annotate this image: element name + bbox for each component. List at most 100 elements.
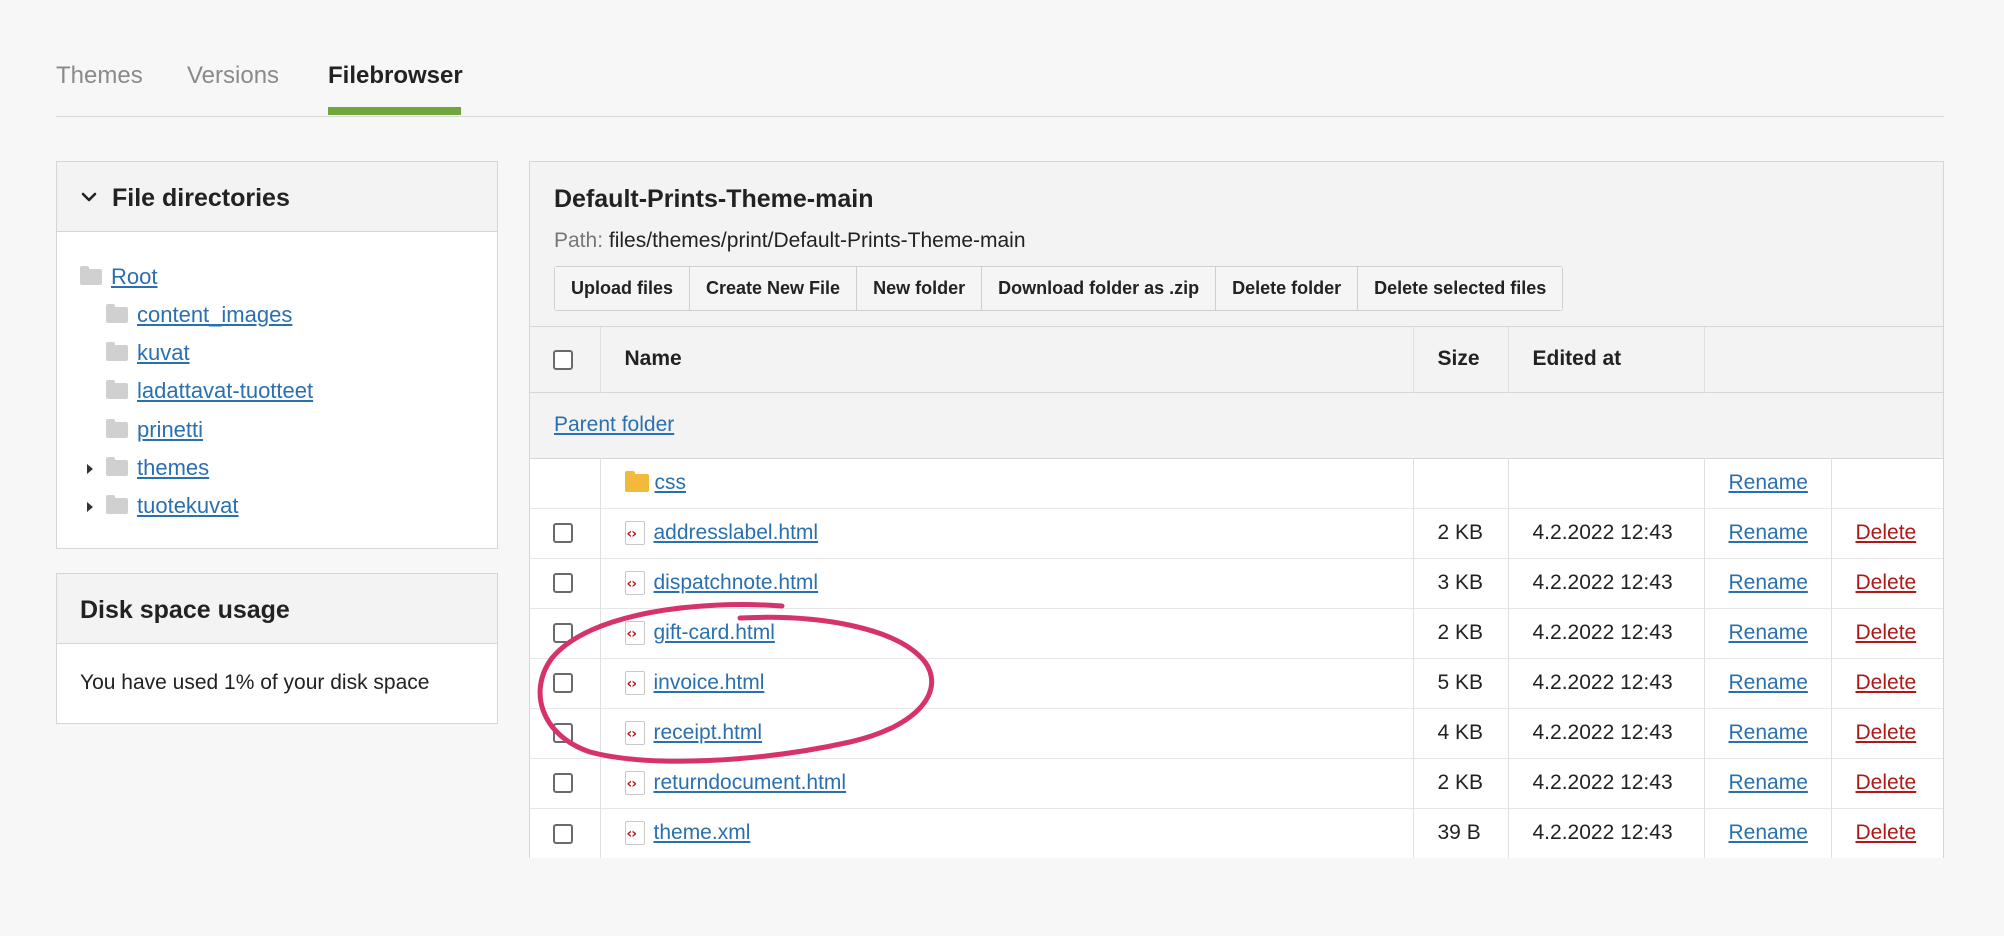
file-checkbox[interactable] [553,723,573,744]
tree-item-prinetti[interactable]: prinetti [106,415,203,445]
tree-item-label[interactable]: content_images [137,302,292,328]
expand-caret-icon[interactable] [87,464,93,474]
rename-link[interactable]: Rename [1729,521,1808,544]
tree-item-content-images[interactable]: content_images [106,300,292,330]
file-row: invoice.html 5 KB 4.2.2022 12:43 Rename … [530,658,1943,708]
code-file-icon [624,671,645,695]
file-row: dispatchnote.html 3 KB 4.2.2022 12:43 Re… [530,558,1943,608]
file-checkbox[interactable] [553,623,573,644]
code-file-icon [624,521,645,545]
delete-folder-button[interactable]: Delete folder [1216,267,1359,310]
file-link[interactable]: gift-card.html [654,621,775,645]
path-label: Path: [554,229,604,252]
delete-link[interactable]: Delete [1856,621,1917,644]
tab-bar: Themes Versions Filebrowser [56,0,1944,117]
delete-link[interactable]: Delete [1856,821,1917,844]
folder-icon [106,495,128,514]
column-header-size[interactable]: Size [1413,327,1509,392]
tree-item-themes[interactable]: themes [106,453,209,483]
tree-item-label[interactable]: prinetti [137,417,203,443]
tree-item-label[interactable]: ladattavat-tuotteet [137,378,313,404]
folder-icon [106,457,128,476]
file-link[interactable]: receipt.html [654,721,763,745]
file-checkbox[interactable] [553,773,573,794]
chevron-down-icon [81,192,97,202]
code-file-icon [624,621,645,645]
tab-themes[interactable]: Themes [56,62,143,90]
file-checkbox[interactable] [553,573,573,594]
file-size: 5 KB [1413,658,1509,708]
file-directories-header[interactable]: File directories [57,162,497,232]
file-checkbox[interactable] [553,523,573,544]
file-size: 3 KB [1413,558,1509,608]
column-header-actions [1704,327,1943,392]
path-value: files/themes/print/Default-Prints-Theme-… [608,229,1026,252]
delete-link[interactable]: Delete [1856,521,1917,544]
toolbar: Upload files Create New File New folder … [554,266,1564,311]
file-edited: 4.2.2022 12:43 [1508,658,1705,708]
delete-link[interactable]: Delete [1856,721,1917,744]
rename-link[interactable]: Rename [1729,621,1808,644]
file-link[interactable]: returndocument.html [654,771,847,795]
tree-item-label[interactable]: themes [137,455,209,481]
tree-item-label[interactable]: Root [111,264,157,290]
select-all-checkbox[interactable] [553,349,573,370]
folder-link[interactable]: css [655,471,687,495]
rename-link[interactable]: Rename [1729,821,1808,844]
delete-link[interactable]: Delete [1856,571,1917,594]
expand-caret-icon[interactable] [87,502,93,512]
rename-link[interactable]: Rename [1729,671,1808,694]
new-folder-button[interactable]: New folder [857,267,983,310]
rename-link[interactable]: Rename [1729,771,1808,794]
folder-icon [624,471,649,492]
disk-space-title: Disk space usage [80,596,290,624]
file-edited: 4.2.2022 12:43 [1508,808,1705,858]
file-table: Name Size Edited at Parent folder css Re… [530,327,1943,858]
folder-icon [106,419,128,438]
file-edited: 4.2.2022 12:43 [1508,558,1705,608]
column-header-name[interactable]: Name [600,327,1414,392]
delete-link[interactable]: Delete [1856,771,1917,794]
delete-selected-files-button[interactable]: Delete selected files [1358,267,1563,310]
tree-item-label[interactable]: tuotekuvat [137,493,239,519]
file-checkbox[interactable] [553,823,573,844]
tab-versions[interactable]: Versions [187,62,279,90]
parent-folder-row: Parent folder [530,392,1943,458]
file-edited: 4.2.2022 12:43 [1508,758,1705,808]
create-new-file-button[interactable]: Create New File [690,267,858,310]
code-file-icon [624,821,645,846]
file-checkbox[interactable] [553,673,573,694]
tree-item-ladattavat-tuotteet[interactable]: ladattavat-tuotteet [106,376,313,406]
disk-space-header: Disk space usage [57,574,497,644]
rename-link[interactable]: Rename [1729,471,1808,494]
rename-link[interactable]: Rename [1729,571,1808,594]
file-directories-title: File directories [112,184,290,212]
folder-row: css Rename [530,458,1943,508]
tree-item-root[interactable]: Root [80,262,157,292]
column-header-edited[interactable]: Edited at [1508,327,1705,392]
folder-title: Default-Prints-Theme-main [554,185,874,213]
disk-space-text: You have used 1% of your disk space [80,671,430,694]
file-link[interactable]: invoice.html [654,671,765,695]
parent-folder-link[interactable]: Parent folder [554,413,674,436]
disk-space-panel: Disk space usage You have used 1% of you… [56,573,498,724]
file-link[interactable]: dispatchnote.html [654,571,819,595]
tree-item-kuvat[interactable]: kuvat [106,338,190,368]
upload-files-button[interactable]: Upload files [555,267,691,310]
delete-link[interactable]: Delete [1856,671,1917,694]
tree-item-tuotekuvat[interactable]: tuotekuvat [106,491,239,521]
code-file-icon [624,721,645,745]
select-all-cell [530,327,601,392]
file-row: receipt.html 4 KB 4.2.2022 12:43 Rename … [530,708,1943,758]
folder-icon [106,304,128,323]
download-folder-zip-button[interactable]: Download folder as .zip [982,267,1217,310]
tab-filebrowser[interactable]: Filebrowser [328,62,463,90]
file-edited: 4.2.2022 12:43 [1508,708,1705,758]
tree-item-label[interactable]: kuvat [137,340,190,366]
table-header-row: Name Size Edited at [530,327,1943,392]
rename-link[interactable]: Rename [1729,721,1808,744]
file-link[interactable]: addresslabel.html [654,521,819,545]
file-size: 2 KB [1413,758,1509,808]
file-link[interactable]: theme.xml [654,821,751,845]
empty-cell [1508,458,1705,508]
